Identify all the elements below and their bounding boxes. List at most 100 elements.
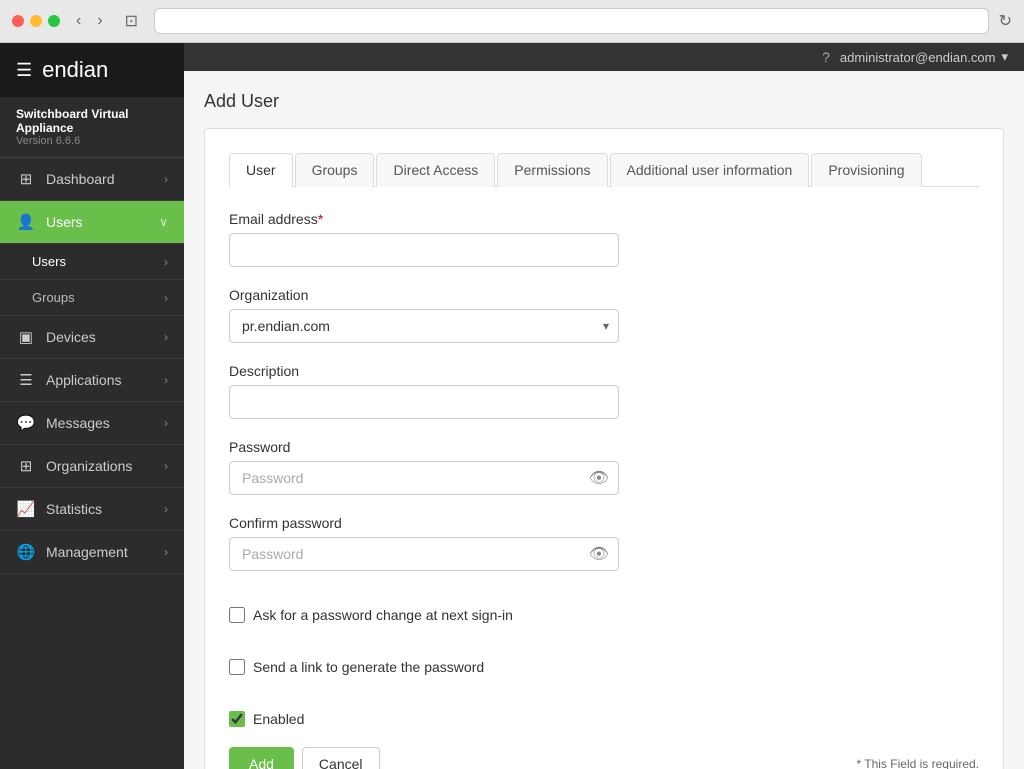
messages-icon: 💬	[16, 414, 36, 432]
user-menu[interactable]: administrator@endian.com ▾	[840, 49, 1008, 65]
hamburger-icon[interactable]: ☰	[16, 60, 32, 81]
sidebar-item-statistics[interactable]: 📈 Statistics ›	[0, 488, 184, 531]
email-form-group: Email address*	[229, 211, 979, 267]
address-bar[interactable]	[154, 8, 989, 34]
tab-provisioning[interactable]: Provisioning	[811, 153, 921, 187]
send-link-checkbox-group: Send a link to generate the password	[229, 659, 979, 675]
user-email: administrator@endian.com	[840, 50, 996, 65]
add-user-card: User Groups Direct Access Permissions Ad…	[204, 128, 1004, 769]
content-area: Add User User Groups Direct Access Permi…	[184, 71, 1024, 769]
chevron-right-icon: ›	[164, 255, 168, 269]
tab-permissions[interactable]: Permissions	[497, 153, 607, 187]
main-content: ? administrator@endian.com ▾ Add User Us…	[184, 43, 1024, 769]
dashboard-icon: ⊞	[16, 170, 36, 188]
tab-direct-access[interactable]: Direct Access	[376, 153, 495, 187]
forward-button[interactable]: ›	[91, 10, 108, 32]
chevron-right-icon: ›	[164, 291, 168, 305]
minimize-button[interactable]	[30, 15, 42, 27]
confirm-password-toggle-icon[interactable]: 👁	[589, 544, 609, 564]
button-group: Add Cancel	[229, 747, 380, 769]
close-button[interactable]	[12, 15, 24, 27]
sidebar-item-label: Users	[46, 214, 83, 230]
required-marker: *	[318, 211, 323, 227]
enabled-label[interactable]: Enabled	[253, 711, 304, 727]
sidebar-item-label: Organizations	[46, 458, 132, 474]
description-field[interactable]	[229, 385, 619, 419]
sidebar: ☰ endian Switchboard Virtual Appliance V…	[0, 43, 184, 769]
sidebar-item-devices[interactable]: ▣ Devices ›	[0, 316, 184, 359]
email-label: Email address*	[229, 211, 979, 227]
sidebar-item-applications[interactable]: ☰ Applications ›	[0, 359, 184, 402]
sidebar-logo: ☰ endian	[16, 57, 168, 83]
form-actions: Add Cancel * This Field is required.	[229, 747, 979, 769]
password-wrapper: 👁	[229, 461, 619, 495]
sidebar-subitem-groups[interactable]: Groups ›	[0, 280, 184, 316]
reload-button[interactable]: ↻	[999, 11, 1012, 31]
password-toggle-icon[interactable]: 👁	[589, 468, 609, 488]
sidebar-item-messages[interactable]: 💬 Messages ›	[0, 402, 184, 445]
management-icon: 🌐	[16, 543, 36, 561]
logo-text: endian	[42, 57, 108, 83]
add-button[interactable]: Add	[229, 747, 294, 769]
password-label: Password	[229, 439, 979, 455]
password-form-group: Password 👁	[229, 439, 979, 495]
app-layout: ☰ endian Switchboard Virtual Appliance V…	[0, 43, 1024, 769]
sidebar-header: ☰ endian	[0, 43, 184, 97]
password-change-label[interactable]: Ask for a password change at next sign-i…	[253, 607, 513, 623]
applications-icon: ☰	[16, 371, 36, 389]
sidebar-item-users[interactable]: 👤 Users ∨	[0, 201, 184, 244]
email-field[interactable]	[229, 233, 619, 267]
page-title: Add User	[204, 91, 1004, 112]
organizations-icon: ⊞	[16, 457, 36, 475]
chevron-right-icon: ›	[164, 373, 168, 387]
sidebar-subitem-users[interactable]: Users ›	[0, 244, 184, 280]
help-icon[interactable]: ?	[822, 49, 830, 65]
tab-additional-info[interactable]: Additional user information	[610, 153, 810, 187]
send-link-checkbox[interactable]	[229, 659, 245, 675]
password-change-checkbox-group: Ask for a password change at next sign-i…	[229, 607, 979, 623]
sidebar-nav: ⊞ Dashboard › 👤 Users ∨ Users › Groups	[0, 158, 184, 769]
tab-user[interactable]: User	[229, 153, 293, 187]
confirm-password-field[interactable]	[229, 537, 619, 571]
chevron-right-icon: ›	[164, 330, 168, 344]
sidebar-item-label: Statistics	[46, 501, 102, 517]
enabled-checkbox[interactable]	[229, 711, 245, 727]
statistics-icon: 📈	[16, 500, 36, 518]
chevron-right-icon: ›	[164, 416, 168, 430]
password-change-checkbox[interactable]	[229, 607, 245, 623]
tab-bar: User Groups Direct Access Permissions Ad…	[229, 153, 979, 187]
app-name: Switchboard Virtual Appliance	[16, 107, 168, 135]
back-button[interactable]: ‹	[70, 10, 87, 32]
maximize-button[interactable]	[48, 15, 60, 27]
traffic-lights	[12, 15, 60, 27]
devices-icon: ▣	[16, 328, 36, 346]
spacer	[229, 591, 979, 607]
spacer2	[229, 643, 979, 659]
sidebar-item-label: Dashboard	[46, 171, 115, 187]
organization-select[interactable]: pr.endian.com	[229, 309, 619, 343]
app-version: Version 6.6.6	[16, 135, 168, 147]
window-chrome: ‹ › ⊡ ↻	[0, 0, 1024, 43]
sidebar-item-label: Devices	[46, 329, 96, 345]
sidebar-item-label: Messages	[46, 415, 110, 431]
sidebar-item-organizations[interactable]: ⊞ Organizations ›	[0, 445, 184, 488]
nav-buttons: ‹ ›	[70, 10, 109, 32]
sidebar-item-label: Management	[46, 544, 128, 560]
subnav-label: Groups	[32, 290, 75, 305]
confirm-password-label: Confirm password	[229, 515, 979, 531]
cancel-button[interactable]: Cancel	[302, 747, 380, 769]
chevron-right-icon: ›	[164, 459, 168, 473]
send-link-label[interactable]: Send a link to generate the password	[253, 659, 484, 675]
top-bar: ? administrator@endian.com ▾	[184, 43, 1024, 71]
sidebar-item-management[interactable]: 🌐 Management ›	[0, 531, 184, 574]
sidebar-toggle-button[interactable]: ⊡	[119, 9, 144, 33]
spacer3	[229, 695, 979, 711]
app-info: Switchboard Virtual Appliance Version 6.…	[0, 97, 184, 158]
tab-groups[interactable]: Groups	[295, 153, 375, 187]
required-note: * This Field is required.	[857, 757, 980, 769]
password-field[interactable]	[229, 461, 619, 495]
confirm-password-form-group: Confirm password 👁	[229, 515, 979, 571]
enabled-checkbox-group: Enabled	[229, 711, 979, 727]
organization-select-wrapper: pr.endian.com ▾	[229, 309, 619, 343]
sidebar-item-dashboard[interactable]: ⊞ Dashboard ›	[0, 158, 184, 201]
